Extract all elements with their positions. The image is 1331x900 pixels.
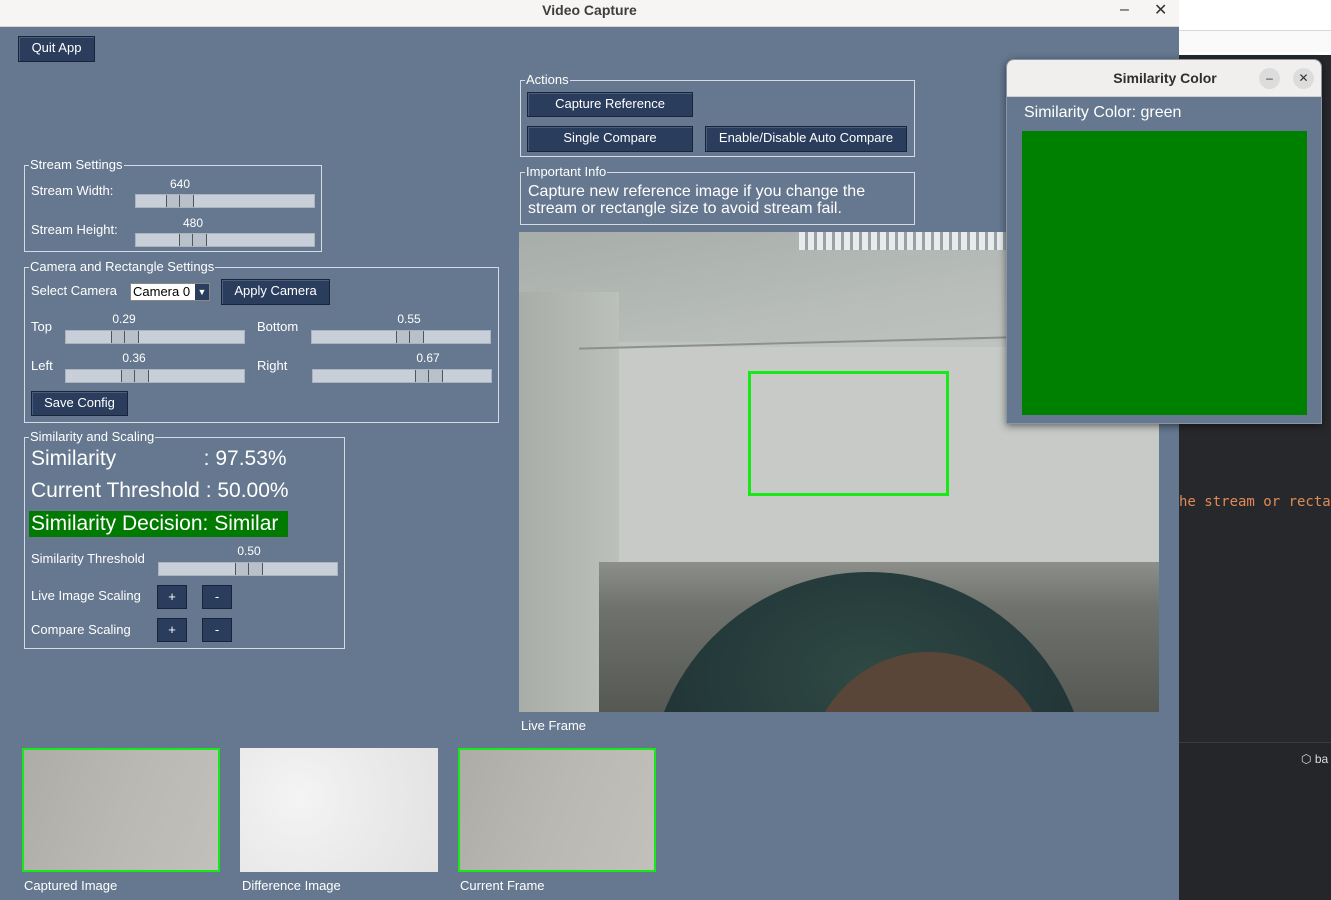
background-code-text: he stream or recta bbox=[1179, 494, 1331, 510]
top-thumb[interactable] bbox=[111, 331, 139, 343]
compare-scaling-label: Compare Scaling bbox=[31, 622, 131, 637]
window-title: Video Capture bbox=[542, 2, 637, 18]
similarity-threshold-value: 0.50 bbox=[237, 544, 261, 558]
right-thumb[interactable] bbox=[415, 370, 443, 382]
live-scaling-plus-button[interactable]: + bbox=[157, 585, 187, 609]
stream-width-value: 640 bbox=[169, 177, 191, 191]
auto-compare-toggle-button[interactable]: Enable/Disable Auto Compare bbox=[705, 126, 907, 152]
background-file-name: ba bbox=[1314, 752, 1329, 766]
chevron-down-icon[interactable]: ▼ bbox=[195, 284, 209, 300]
live-frame-caption: Live Frame bbox=[521, 718, 587, 733]
stream-settings-label: Stream Settings bbox=[29, 157, 124, 173]
difference-image-caption: Difference Image bbox=[242, 878, 341, 893]
similarity-group-label: Similarity and Scaling bbox=[29, 429, 156, 445]
left-value: 0.36 bbox=[122, 351, 146, 365]
bottom-thumb[interactable] bbox=[396, 331, 424, 343]
apply-camera-button[interactable]: Apply Camera bbox=[221, 279, 330, 305]
important-info-label: Important Info bbox=[525, 164, 608, 180]
capture-reference-button[interactable]: Capture Reference bbox=[527, 92, 693, 117]
stream-width-slider[interactable] bbox=[135, 194, 315, 208]
bottom-value: 0.55 bbox=[397, 312, 421, 326]
bottom-slider[interactable] bbox=[311, 330, 491, 344]
live-scaling-label: Live Image Scaling bbox=[31, 588, 141, 603]
live-scaling-minus-button[interactable]: - bbox=[202, 585, 232, 609]
top-value: 0.29 bbox=[112, 312, 136, 326]
left-slider[interactable] bbox=[65, 369, 245, 383]
current-frame-caption: Current Frame bbox=[460, 878, 545, 893]
video-capture-window: Video Capture – ✕ Quit App Stream Settin… bbox=[0, 0, 1179, 900]
compare-scaling-minus-button[interactable]: - bbox=[202, 618, 232, 642]
stream-height-value: 480 bbox=[182, 216, 204, 230]
similarity-color-window: Similarity Color – ✕ Similarity Color: g… bbox=[1006, 59, 1322, 424]
bottom-label: Bottom bbox=[257, 319, 299, 334]
actions-label: Actions bbox=[525, 72, 570, 88]
background-file-label[interactable]: ⬡ ba bbox=[1301, 752, 1328, 766]
camera-settings-label: Camera and Rectangle Settings bbox=[29, 259, 216, 275]
close-button[interactable]: ✕ bbox=[1154, 0, 1167, 20]
stream-width-label: Stream Width: bbox=[31, 183, 114, 198]
similarity-readout: Similarity : 97.53% bbox=[31, 447, 287, 470]
stream-height-slider[interactable] bbox=[135, 233, 315, 247]
left-thumb[interactable] bbox=[121, 370, 149, 382]
right-value: 0.67 bbox=[416, 351, 440, 365]
minimize-button[interactable]: – bbox=[1259, 68, 1280, 89]
similarity-color-titlebar[interactable]: Similarity Color – ✕ bbox=[1007, 60, 1321, 97]
threshold-readout: Current Threshold : 50.00% bbox=[31, 479, 289, 502]
single-compare-button[interactable]: Single Compare bbox=[527, 126, 693, 152]
similarity-color-label: Similarity Color: green bbox=[1024, 104, 1182, 121]
select-camera-label: Select Camera bbox=[31, 283, 117, 298]
save-config-button[interactable]: Save Config bbox=[31, 391, 128, 416]
similarity-color-swatch bbox=[1022, 131, 1307, 415]
quit-app-button[interactable]: Quit App bbox=[18, 36, 95, 62]
minimize-button[interactable]: – bbox=[1120, 1, 1129, 19]
similarity-threshold-slider[interactable] bbox=[158, 562, 338, 576]
similarity-threshold-label: Similarity Threshold bbox=[31, 551, 145, 566]
similarity-decision-badge: Similarity Decision: Similar bbox=[29, 511, 288, 537]
compare-scaling-plus-button[interactable]: + bbox=[157, 618, 187, 642]
background-stripe bbox=[1179, 30, 1331, 52]
similarity-threshold-thumb[interactable] bbox=[235, 563, 263, 575]
close-button[interactable]: ✕ bbox=[1293, 68, 1314, 89]
top-label: Top bbox=[31, 319, 52, 334]
camera-select[interactable]: Camera 0 ▼ bbox=[130, 283, 210, 301]
right-slider[interactable] bbox=[312, 369, 492, 383]
camera-select-value: Camera 0 bbox=[133, 284, 191, 299]
roi-rectangle bbox=[748, 371, 949, 496]
file-icon: ⬡ bbox=[1301, 752, 1315, 766]
difference-image bbox=[240, 748, 438, 872]
title-bar[interactable]: Video Capture – ✕ bbox=[0, 0, 1179, 27]
top-slider[interactable] bbox=[65, 330, 245, 344]
stream-height-label: Stream Height: bbox=[31, 222, 118, 237]
left-label: Left bbox=[31, 358, 53, 373]
captured-image-caption: Captured Image bbox=[24, 878, 118, 893]
ceiling-light bbox=[799, 232, 1019, 250]
current-frame-image bbox=[458, 748, 656, 872]
stream-width-thumb[interactable] bbox=[166, 195, 194, 207]
captured-image bbox=[22, 748, 220, 872]
important-info-text: Capture new reference image if you chang… bbox=[528, 183, 866, 217]
right-label: Right bbox=[257, 358, 288, 373]
stream-height-thumb[interactable] bbox=[179, 234, 207, 246]
